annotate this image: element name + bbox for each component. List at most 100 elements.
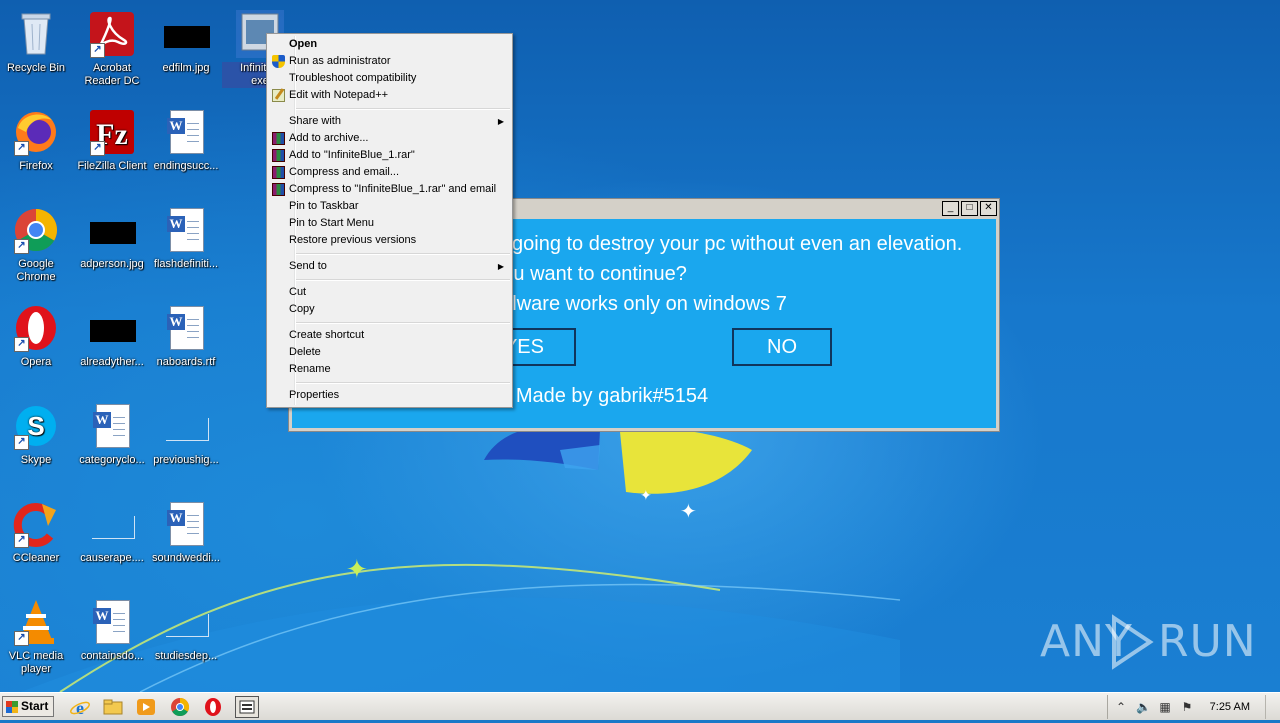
desktop-icon-soundweddi[interactable]: W soundweddi... — [148, 494, 224, 586]
blank-file-icon — [162, 598, 210, 646]
acrobat-icon: ↗ — [88, 10, 136, 58]
menu-item-create-shortcut[interactable]: Create shortcut — [269, 327, 510, 344]
menu-item-cut[interactable]: Cut — [269, 284, 510, 301]
icon-label: soundweddi... — [152, 552, 220, 564]
menu-item-share-with[interactable]: Share with ▶ — [269, 113, 510, 130]
menu-item-compress-rar-email[interactable]: Compress to "InfiniteBlue_1.rar" and ema… — [269, 181, 510, 198]
desktop-icon-causerape[interactable]: causerape.... — [74, 494, 150, 586]
icon-label: Opera — [20, 356, 52, 368]
menu-item-restore-versions[interactable]: Restore previous versions — [269, 232, 510, 249]
start-button[interactable]: Start — [2, 696, 54, 717]
chrome-taskbar-button[interactable] — [168, 696, 192, 718]
skype-icon: S ↗ — [12, 402, 60, 450]
media-player-taskbar-button[interactable] — [134, 696, 158, 718]
menu-item-label: Edit with Notepad++ — [289, 89, 389, 101]
close-button[interactable]: ✕ — [980, 201, 997, 216]
icon-label: previoushig... — [153, 454, 219, 466]
filezilla-icon: Fz ↗ — [88, 108, 136, 156]
desktop-icon-opera[interactable]: ↗ Opera — [0, 298, 74, 390]
desktop-icon-edfilm[interactable]: edfilm.jpg — [148, 4, 224, 96]
menu-item-properties[interactable]: Properties — [269, 387, 510, 404]
menu-item-rename[interactable]: Rename — [269, 361, 510, 378]
icon-label: CCleaner — [12, 552, 60, 564]
desktop-icon-acrobat[interactable]: ↗ Acrobat Reader DC — [74, 4, 150, 96]
svg-text:✦: ✦ — [346, 555, 368, 585]
menu-item-copy[interactable]: Copy — [269, 301, 510, 318]
infiniteblue-taskbar-button[interactable] — [235, 696, 259, 718]
desktop-icon-previoushig[interactable]: previoushig... — [148, 396, 224, 488]
shortcut-arrow-icon: ↗ — [90, 141, 105, 156]
menu-item-troubleshoot[interactable]: Troubleshoot compatibility — [269, 70, 510, 87]
volume-icon[interactable]: 🔈 — [1136, 700, 1151, 714]
desktop-icon-adperson[interactable]: adperson.jpg — [74, 200, 150, 292]
menu-item-edit-notepadpp[interactable]: Edit with Notepad++ — [269, 87, 510, 104]
action-center-flag-icon[interactable]: ⚑ — [1180, 700, 1194, 714]
menu-item-send-to[interactable]: Send to ▶ — [269, 258, 510, 275]
ie-taskbar-button[interactable]: e — [68, 696, 92, 718]
network-icon[interactable]: ▦ — [1158, 700, 1172, 714]
winrar-icon — [272, 183, 285, 196]
shortcut-arrow-icon: ↗ — [14, 631, 29, 646]
submenu-arrow-icon: ▶ — [497, 262, 504, 271]
menu-item-label: Cut — [289, 286, 307, 298]
desktop-icon-endingsucc[interactable]: W endingsucc... — [148, 102, 224, 194]
media-player-icon — [137, 699, 155, 715]
menu-separator — [296, 382, 510, 384]
show-hidden-icons-icon[interactable]: ⌃ — [1114, 700, 1128, 714]
minimize-button[interactable]: _ — [942, 201, 959, 216]
icon-label: Google Chrome — [16, 258, 56, 283]
icon-label: VLC media player — [8, 650, 64, 675]
desktop-icon-skype[interactable]: S ↗ Skype — [0, 396, 74, 488]
opera-taskbar-button[interactable] — [201, 696, 225, 718]
image-file-icon — [88, 304, 136, 352]
no-button[interactable]: NO — [732, 328, 832, 366]
maximize-button[interactable]: □ — [961, 201, 978, 216]
desktop-icon-containsdo[interactable]: W containsdo... — [74, 592, 150, 684]
word-doc-icon: W — [162, 500, 210, 548]
menu-item-label: Share with — [289, 115, 341, 127]
menu-item-compress-email[interactable]: Compress and email... — [269, 164, 510, 181]
explorer-taskbar-button[interactable] — [101, 696, 125, 718]
menu-item-open[interactable]: Open — [269, 36, 510, 53]
menu-item-delete[interactable]: Delete — [269, 344, 510, 361]
menu-item-label: Pin to Start Menu — [289, 217, 374, 229]
show-desktop-button[interactable] — [1265, 695, 1280, 719]
desktop-icon-chrome[interactable]: ↗ Google Chrome — [0, 200, 74, 292]
menu-item-label: Troubleshoot compatibility — [289, 72, 417, 84]
clock[interactable]: 7:25 AM — [1210, 701, 1250, 713]
desktop-icon-naboards[interactable]: W naboards.rtf — [148, 298, 224, 390]
shortcut-arrow-icon: ↗ — [14, 435, 29, 450]
warning-line-1: going to destroy your pc without even an… — [512, 233, 963, 255]
icon-label: naboards.rtf — [156, 356, 216, 368]
menu-item-pin-start[interactable]: Pin to Start Menu — [269, 215, 510, 232]
icon-label: FileZilla Client — [77, 160, 147, 172]
desktop-icon-filezilla[interactable]: Fz ↗ FileZilla Client — [74, 102, 150, 194]
menu-item-run-as-admin[interactable]: Run as administrator — [269, 53, 510, 70]
menu-item-label: Rename — [289, 363, 331, 375]
chrome-icon — [171, 698, 190, 717]
vlc-icon: ↗ — [12, 598, 60, 646]
desktop-icon-vlc[interactable]: ↗ VLC media player — [0, 592, 74, 684]
watermark-text-right: RUN — [1158, 616, 1257, 667]
desktop-icon-firefox[interactable]: ↗ Firefox — [0, 102, 74, 194]
word-doc-icon: W — [88, 598, 136, 646]
menu-item-add-to-archive[interactable]: Add to archive... — [269, 130, 510, 147]
word-doc-icon: W — [162, 206, 210, 254]
desktop-icon-ccleaner[interactable]: ↗ CCleaner — [0, 494, 74, 586]
desktop-icon-alreadyther[interactable]: alreadyther... — [74, 298, 150, 390]
desktop-icon-categoryclo[interactable]: W categoryclo... — [74, 396, 150, 488]
menu-item-add-to-rar[interactable]: Add to "InfiniteBlue_1.rar" — [269, 147, 510, 164]
icon-label: Acrobat Reader DC — [84, 62, 140, 87]
desktop-icon-studiesdep[interactable]: studiesdep... — [148, 592, 224, 684]
desktop-icon-recycle-bin[interactable]: Recycle Bin — [0, 4, 74, 96]
menu-item-pin-taskbar[interactable]: Pin to Taskbar — [269, 198, 510, 215]
menu-separator — [296, 253, 510, 255]
context-menu[interactable]: Open Run as administrator Troubleshoot c… — [266, 33, 513, 408]
icon-label: studiesdep... — [154, 650, 218, 662]
submenu-arrow-icon: ▶ — [497, 117, 504, 126]
anyrun-watermark: ANY RUN — [1040, 612, 1256, 672]
system-tray: ⌃ 🔈 ▦ ⚑ 7:25 AM — [1107, 695, 1280, 719]
menu-item-label: Open — [289, 38, 318, 50]
start-label: Start — [21, 699, 49, 713]
icon-label: Firefox — [19, 160, 53, 172]
